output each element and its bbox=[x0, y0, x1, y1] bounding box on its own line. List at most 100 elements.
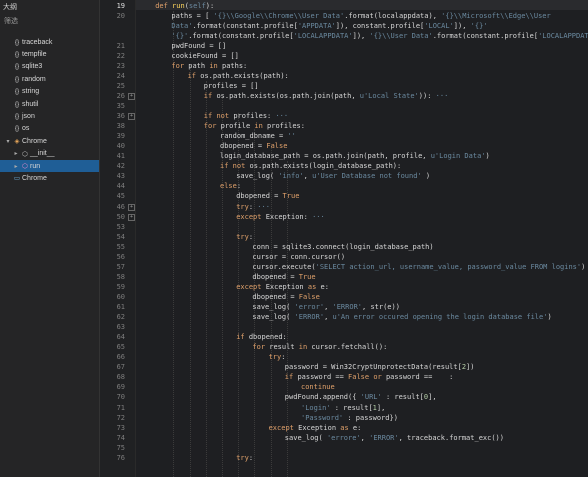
code-token: ) bbox=[485, 152, 490, 161]
code-line[interactable]: except Exception: ··· bbox=[236, 212, 325, 222]
code-token: else bbox=[220, 182, 237, 191]
code-line[interactable]: try: ··· bbox=[236, 202, 270, 212]
code-line[interactable]: try: bbox=[236, 232, 253, 242]
fold-expand-icon[interactable]: + bbox=[128, 113, 135, 121]
line-number: 45 bbox=[116, 192, 125, 201]
code-token: : bbox=[236, 182, 242, 191]
line-number-gutter: 19 20 21 22 23 24 25 26 +35 36 +38 39 40 41 42 43 44 45 46… bbox=[100, 0, 136, 477]
code-line[interactable]: if os.path.exists(path): bbox=[188, 71, 289, 81]
code-line[interactable]: save_log( 'errore', 'ERROR', traceback.f… bbox=[285, 433, 504, 443]
code-token: Data' bbox=[171, 21, 193, 30]
fold-expand-icon[interactable]: + bbox=[128, 213, 135, 221]
outline-item[interactable]: ▸ ⬡ run bbox=[0, 159, 99, 173]
code-line[interactable]: cookieFound = [] bbox=[171, 51, 238, 61]
code-line[interactable]: for result in cursor.fetchall(): bbox=[252, 342, 387, 352]
code-line[interactable]: login_database_path = os.path.join(path,… bbox=[220, 151, 490, 161]
method-icon: ⬡ bbox=[22, 163, 28, 171]
code-line[interactable]: 'Password' : password}) bbox=[301, 413, 398, 423]
code-line[interactable]: if os.path.exists(os.path.join(path, u'L… bbox=[204, 91, 448, 101]
outline-item-label: os bbox=[22, 125, 30, 133]
expand-toggle-icon[interactable]: ▸ bbox=[12, 150, 20, 157]
code-line[interactable]: if not profiles: ··· bbox=[204, 111, 288, 121]
code-token: try bbox=[236, 232, 249, 241]
expand-toggle-icon[interactable]: ▸ bbox=[12, 163, 20, 170]
code-token: True bbox=[298, 272, 316, 281]
code-line[interactable]: dbopened = False bbox=[220, 141, 287, 151]
code-line[interactable]: 'Login' : result[1], bbox=[301, 403, 385, 413]
outline-item-label: sqlite3 bbox=[22, 63, 43, 71]
outline-item[interactable]: ▾ ◈ Chrome bbox=[0, 135, 99, 147]
fold-expand-icon[interactable]: + bbox=[128, 203, 135, 211]
code-line[interactable]: else: bbox=[220, 181, 241, 191]
code-line[interactable]: save_log( 'ERROR', u'An error occured op… bbox=[252, 312, 551, 322]
code-token: for bbox=[203, 122, 221, 131]
code-line[interactable]: except Exception as e: bbox=[236, 282, 329, 292]
code-line[interactable]: if password == False or password == : bbox=[285, 372, 454, 382]
code-line[interactable]: save_log( 'error', 'ERROR', str(e)) bbox=[252, 302, 400, 312]
code-token: u'Local State' bbox=[359, 91, 419, 100]
code-line[interactable]: password = Win32CryptUnprotectData(resul… bbox=[285, 362, 475, 372]
outline-item[interactable]: {} sqlite3 bbox=[0, 61, 99, 73]
outline-item[interactable]: {} os bbox=[0, 123, 99, 135]
code-token: u'An error occured opening the login dat… bbox=[332, 313, 548, 322]
code-token: e: bbox=[320, 282, 329, 291]
variable-icon: ▭ bbox=[13, 175, 21, 183]
code-editor[interactable]: def run(self): paths = [ '{}\\Google\\Chr… bbox=[136, 0, 588, 477]
code-token: False bbox=[266, 142, 288, 151]
code-line[interactable]: save_log( 'info', u'User Database not fo… bbox=[236, 171, 430, 181]
code-token: ]), bbox=[352, 31, 370, 40]
outline-item-label: random bbox=[22, 75, 46, 83]
code-line[interactable]: '{}'.format(constant.profile['LOCALAPPDA… bbox=[171, 31, 588, 41]
line-number: 26 bbox=[116, 91, 125, 100]
code-line[interactable]: Data'.format(constant.profile['APPDATA']… bbox=[171, 21, 487, 31]
code-line[interactable]: if not os.path.exists(login_database_pat… bbox=[220, 161, 401, 171]
code-line[interactable]: dbopened = False bbox=[252, 292, 319, 302]
code-line[interactable]: pwdFound = [] bbox=[171, 41, 226, 51]
code-line[interactable]: except Exception as e: bbox=[269, 423, 362, 433]
outline-item-label: shutil bbox=[22, 100, 39, 108]
code-line[interactable]: pwdFound.append({ 'URL' : result[0], bbox=[285, 392, 437, 402]
outline-item[interactable]: {} json bbox=[0, 110, 99, 122]
outline-item[interactable]: {} random bbox=[0, 73, 99, 85]
code-line[interactable]: dbopened = True bbox=[236, 191, 299, 201]
code-line[interactable]: dbopened = True bbox=[252, 272, 315, 282]
code-token: 'LOCAL' bbox=[424, 21, 454, 30]
code-token: dbopened = bbox=[236, 192, 283, 201]
code-token: dbopened = bbox=[220, 142, 267, 151]
code-line[interactable]: paths = [ '{}\\Google\\Chrome\\User Data… bbox=[171, 11, 550, 21]
code-line[interactable]: conn = sqlite3.connect(login_database_pa… bbox=[252, 242, 433, 252]
code-line[interactable]: cursor = conn.cursor() bbox=[252, 252, 345, 262]
code-token: '' bbox=[287, 132, 296, 141]
code-line[interactable]: for profile in profiles: bbox=[204, 121, 305, 131]
line-number: 64 bbox=[116, 333, 125, 342]
code-token: 'info' bbox=[278, 172, 304, 181]
line-number: 25 bbox=[116, 81, 125, 90]
outline-item[interactable]: {} string bbox=[0, 86, 99, 98]
code-token: '{}\\User Data' bbox=[369, 31, 433, 40]
code-token: ··· bbox=[431, 91, 449, 100]
outline-item[interactable]: {} shutil bbox=[0, 98, 99, 110]
code-line[interactable]: profiles = [] bbox=[204, 81, 259, 91]
indent-guide bbox=[205, 80, 207, 477]
code-line[interactable]: try: bbox=[269, 352, 286, 362]
outline-item-label: tempfile bbox=[22, 51, 47, 59]
outline-item[interactable]: ▸ ⬡ __init__ bbox=[0, 148, 99, 160]
outline-item[interactable]: {} traceback bbox=[0, 36, 99, 48]
code-line[interactable]: try: bbox=[236, 453, 253, 463]
code-token: , traceback.format_exc()) bbox=[398, 433, 504, 442]
code-token: Exception bbox=[265, 282, 308, 291]
code-line[interactable]: continue bbox=[301, 382, 335, 392]
fold-expand-icon[interactable]: + bbox=[128, 92, 135, 100]
outline-item[interactable]: ▭ Chrome bbox=[0, 172, 99, 184]
outline-item[interactable]: {} tempfile bbox=[0, 48, 99, 60]
code-token: continue bbox=[301, 383, 335, 392]
code-token: if bbox=[236, 333, 249, 342]
expand-toggle-icon[interactable]: ▾ bbox=[4, 138, 12, 145]
code-line[interactable]: cursor.execute('SELECT action_url, usern… bbox=[252, 262, 585, 272]
code-line[interactable]: if dbopened: bbox=[236, 332, 287, 342]
outline-list: {} traceback{} tempfile{} sqlite3{} random{}… bbox=[0, 36, 99, 185]
code-line[interactable]: random_dbname = '' bbox=[220, 131, 296, 141]
code-line[interactable]: for path in paths: bbox=[171, 61, 247, 71]
outline-filter-input[interactable]: 筛选 bbox=[0, 12, 99, 25]
code-line[interactable]: def run(self): bbox=[155, 1, 214, 11]
